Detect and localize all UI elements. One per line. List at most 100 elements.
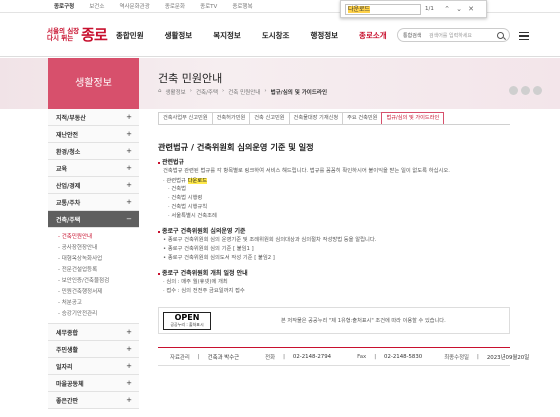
home-icon[interactable]: ⌂: [158, 88, 162, 96]
share-icon[interactable]: [521, 86, 530, 95]
side-subnav-item[interactable]: 전문건설업등록: [58, 265, 139, 276]
side-subnav-item[interactable]: 건축민원안내: [58, 232, 139, 243]
expand-icon: +: [126, 396, 132, 404]
side-nav-label: 지적/부동산: [56, 114, 86, 122]
side-nav-item[interactable]: 교육 +: [48, 160, 139, 177]
side-subnav-item[interactable]: 공사장현장안내: [58, 243, 139, 254]
expand-icon: +: [126, 164, 132, 172]
law-item[interactable]: · 건축법 시행규칙: [168, 203, 207, 211]
content-heading: 관련법규 / 건축위원회 심의운영 기준 및 일정: [158, 142, 314, 152]
search-icon[interactable]: [497, 32, 504, 39]
tab-active[interactable]: 법규/심의 및 가이드라인: [381, 112, 445, 124]
fax-value: 02-2148-5830: [384, 353, 423, 360]
side-nav-item[interactable]: 산업/경제 +: [48, 177, 139, 194]
family-link[interactable]: 종로구청: [54, 2, 74, 10]
side-subnav-item[interactable]: 민원건축행정서제: [58, 287, 139, 298]
side-nav-item[interactable]: 세무종합 +: [48, 324, 139, 341]
gnb-item[interactable]: 행정정보: [310, 30, 338, 41]
side-nav-item[interactable]: 교통/주차 +: [48, 194, 139, 211]
family-link[interactable]: 종로행복: [232, 2, 252, 10]
gnb-item[interactable]: 종로소개: [359, 30, 387, 41]
find-next-button[interactable]: ⌄: [455, 5, 463, 13]
search-box[interactable]: 통합검색 검색어를 입력하세요: [397, 28, 510, 42]
side-subnav-item[interactable]: 보안인증/건축물점검: [58, 276, 139, 287]
print-icon[interactable]: [509, 86, 518, 95]
law-item-label: 건축법 시행령: [171, 195, 203, 201]
expand-icon: +: [126, 113, 132, 121]
tab[interactable]: 건축허가민원: [211, 112, 251, 124]
page-title: 건축 민원안내: [158, 72, 223, 85]
family-links: 종로구청 보건소 역사문화관광 종로문화 종로TV 종로행복: [54, 2, 253, 10]
tab[interactable]: 건축사업무 신고민원: [158, 112, 213, 124]
site-logo[interactable]: 서울의 심장 다시 뛰는 종로: [47, 24, 108, 45]
side-subnav-item[interactable]: 승강기안전관리: [58, 309, 139, 320]
side-subnav-item[interactable]: 대형옥상녹화사업: [58, 254, 139, 265]
law-item-label: 건축법 시행규칙: [171, 204, 208, 210]
find-in-page-bar: 다운로드 1/1 ⌃ ⌄ ✕: [340, 0, 487, 18]
criteria-text: 종로구 건축위원회 심의도서 작성 기준 [ 붙임2 ]: [167, 255, 275, 261]
schedule-text: 심의 : 매주 월(휴넷)에 개최: [166, 279, 228, 285]
family-link[interactable]: 역사문화관광: [119, 2, 149, 10]
tel-label: 전화: [265, 354, 276, 361]
schedule-text: 접수 : 심의 전전주 금요일까지 접수: [166, 288, 245, 294]
gnb-item[interactable]: 종합민원: [116, 30, 144, 41]
breadcrumb-item[interactable]: 생활정보: [166, 88, 186, 96]
find-close-button[interactable]: ✕: [467, 5, 475, 13]
side-nav-label: 교통/주차: [56, 199, 81, 207]
expand-icon: +: [126, 130, 132, 138]
law-lead: · 관련법규 다운로드: [163, 178, 208, 184]
gnb-item[interactable]: 복지정보: [213, 30, 241, 41]
side-nav-label: 마을공동체: [56, 380, 84, 388]
content-manager-info: 자료관리 | 건축과 박수근 전화 | 02-2148-2794 Fax | 02-2…: [158, 347, 529, 366]
side-subnav-item[interactable]: 처분공고: [58, 298, 139, 309]
side-nav-item[interactable]: 지적/부동산 +: [48, 109, 139, 126]
section-title: 종로구 건축위원회 심의운영 기준: [158, 226, 246, 235]
tab[interactable]: 건축물대장 기재신청: [288, 112, 344, 124]
criteria-item[interactable]: • 종로구 건축위원회 심의 기준 [ 붙임1 ]: [163, 245, 254, 253]
content-tabs: 건축사업무 신고민원 건축허가민원 건축 신고민원 건축물대장 기재신청 주요 …: [158, 112, 510, 125]
find-prev-button[interactable]: ⌃: [443, 5, 451, 13]
criteria-item[interactable]: • 종로구 건축위원회 심의도서 작성 기준 [ 붙임2 ]: [163, 254, 275, 262]
law-item[interactable]: · 건축법 시행령: [168, 194, 202, 202]
side-nav-item[interactable]: 좋은간판 +: [48, 392, 139, 409]
fax-label: Fax: [357, 353, 367, 360]
download-link[interactable]: 다운로드: [187, 178, 208, 184]
menu-icon[interactable]: [519, 32, 529, 41]
dept-value: 건축과 박수근: [207, 354, 240, 361]
expand-icon: +: [126, 345, 132, 353]
tab[interactable]: 건축 신고민원: [249, 112, 290, 124]
expand-icon: +: [126, 198, 132, 206]
search-input[interactable]: 검색어를 입력하세요: [429, 32, 472, 39]
breadcrumb: ⌂ 생활정보 › 건축/주택 › 건축 민원안내 › 법규/심의 및 가이드라인: [158, 88, 328, 96]
criteria-item: • 종로구 건축위원회 심의 운영기준 및 조례위원회 심의대상과 심의절차 작…: [163, 237, 377, 243]
side-nav-item[interactable]: 주민생활 +: [48, 341, 139, 358]
gnb-item[interactable]: 생활정보: [165, 30, 193, 41]
logo-slogan: 서울의 심장 다시 뛰는: [47, 27, 79, 42]
side-nav-item-active[interactable]: 건축/주택 −: [48, 211, 139, 228]
side-subnav: 건축민원안내 공사장현장안내 대형옥상녹화사업 전문건설업등록 보안인증/건축물…: [48, 228, 139, 324]
tab[interactable]: 주요 건축민원: [342, 112, 383, 124]
family-link[interactable]: 보건소: [89, 2, 104, 10]
search-scope-select[interactable]: 통합검색: [403, 32, 429, 39]
side-nav-item[interactable]: 환경/청소 +: [48, 143, 139, 160]
breadcrumb-item[interactable]: 건축 민원안내: [228, 88, 260, 96]
lnb-title: 생활정보: [48, 58, 139, 109]
law-item[interactable]: · 건축법: [168, 185, 186, 193]
law-item[interactable]: · 서울특별시 건축조례: [168, 212, 217, 220]
expand-icon: +: [126, 379, 132, 387]
license-text: 본 저작물은 공공누리 "제 1유형:출처표시" 조건에 따라 이용할 수 있습…: [281, 318, 446, 324]
find-input[interactable]: 다운로드: [345, 3, 421, 15]
side-nav-item[interactable]: 마을공동체 +: [48, 375, 139, 392]
expand-icon: +: [126, 328, 132, 336]
kogl-mark: OPEN: [174, 313, 200, 322]
family-link[interactable]: 종로문화: [165, 2, 185, 10]
side-nav-item[interactable]: 재난안전 +: [48, 126, 139, 143]
side-nav-label: 산업/경제: [56, 182, 81, 190]
breadcrumb-item[interactable]: 건축/주택: [196, 88, 218, 96]
dept-label: 자료관리: [170, 354, 190, 361]
gnb-item[interactable]: 도시창조: [262, 30, 290, 41]
criteria-text: 종로구 건축위원회 심의 운영기준 및 조례위원회 심의대상과 심의절차 작성방…: [167, 237, 377, 243]
family-link[interactable]: 종로TV: [200, 2, 217, 10]
side-nav-item[interactable]: 일자리 +: [48, 358, 139, 375]
bookmark-icon[interactable]: [533, 86, 542, 95]
